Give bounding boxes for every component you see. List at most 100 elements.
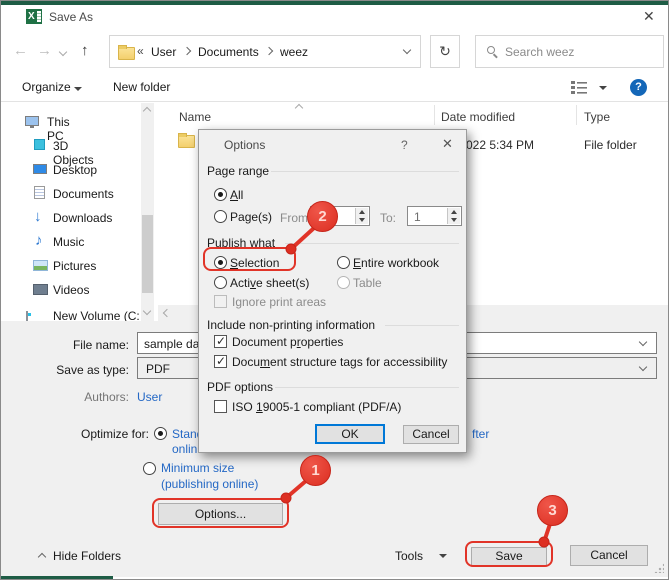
dialog-ok-button[interactable]: OK xyxy=(315,424,385,444)
column-header-date-modified[interactable]: Date modified xyxy=(441,110,515,124)
spinner-down-icon[interactable] xyxy=(356,216,368,224)
help-icon[interactable]: ? xyxy=(630,79,647,96)
active-sheets-radio[interactable] xyxy=(214,276,227,289)
pdf-options-heading: PDF options xyxy=(207,380,274,394)
breadcrumb-item-weez[interactable]: weez xyxy=(280,45,308,59)
sidebar-item-label: Videos xyxy=(53,283,90,297)
optimize-minimum-label-line2: (publishing online) xyxy=(161,477,259,491)
column-divider[interactable] xyxy=(576,105,577,125)
ok-label: OK xyxy=(341,427,359,441)
breadcrumb-item-documents[interactable]: Documents xyxy=(198,45,259,59)
forward-icon[interactable]: → xyxy=(37,42,52,59)
organize-button[interactable]: Organize xyxy=(22,80,71,94)
view-dropdown-icon[interactable] xyxy=(599,86,607,90)
callout-step-1: 1 xyxy=(300,455,331,486)
spinner-up-icon[interactable] xyxy=(448,208,460,216)
group-divider xyxy=(385,325,459,326)
folder-icon xyxy=(178,133,195,148)
page-range-pages-radio[interactable] xyxy=(214,210,227,223)
to-spinner[interactable]: 1 xyxy=(407,206,462,226)
search-input[interactable]: Search weez xyxy=(475,35,664,68)
sidebar-item-label: Downloads xyxy=(53,211,113,225)
taskbar-fragment xyxy=(1,576,113,579)
active-sheets-label: Active sheet(s) xyxy=(230,276,310,290)
sidebar-item-label: Desktop xyxy=(53,163,98,177)
up-icon[interactable]: ↑ xyxy=(81,42,89,59)
cancel-label: Cancel xyxy=(412,427,450,441)
entire-workbook-radio[interactable] xyxy=(337,256,350,269)
table-label: Table xyxy=(353,276,382,290)
hide-folders-label: Hide Folders xyxy=(53,549,122,563)
group-divider xyxy=(285,243,459,244)
iso-compliant-checkbox[interactable] xyxy=(214,400,227,413)
command-toolbar xyxy=(1,71,668,102)
sort-ascending-icon[interactable] xyxy=(294,103,304,113)
column-header-type[interactable]: Type xyxy=(584,110,610,124)
scroll-down-icon[interactable] xyxy=(142,306,152,316)
breadcrumb-folder-icon xyxy=(118,45,135,60)
tools-button[interactable]: Tools xyxy=(395,549,423,563)
spinner-down-icon[interactable] xyxy=(448,216,460,224)
authors-label: Authors: xyxy=(84,390,129,404)
dialog-cancel-button[interactable]: Cancel xyxy=(403,425,459,444)
breadcrumb-separator-icon xyxy=(264,46,274,56)
document-structure-label: Document structure tags for accessibilit… xyxy=(232,355,448,369)
window-close-icon[interactable]: ✕ xyxy=(643,8,655,25)
column-divider[interactable] xyxy=(434,105,435,125)
authors-value[interactable]: User xyxy=(137,390,162,404)
callout-step-2: 2 xyxy=(307,201,338,232)
page-range-heading: Page range xyxy=(207,164,270,178)
page-range-all-radio[interactable] xyxy=(214,188,227,201)
videos-icon xyxy=(33,284,48,295)
entire-workbook-label: Entire workbook xyxy=(353,256,440,270)
file-name-dropdown-icon[interactable] xyxy=(638,337,648,347)
document-properties-checkbox[interactable] xyxy=(214,334,227,348)
refresh-icon: ↻ xyxy=(439,43,451,59)
address-bar[interactable]: « User Documents weez xyxy=(109,35,421,68)
group-divider xyxy=(275,387,459,388)
window-title: Save As xyxy=(49,10,94,24)
organize-dropdown-icon xyxy=(74,87,82,91)
view-details-icon[interactable] xyxy=(571,81,588,94)
ignore-print-areas-checkbox xyxy=(214,295,227,308)
breadcrumb-item-user[interactable]: User xyxy=(151,45,176,59)
address-dropdown-chevron-icon[interactable] xyxy=(402,45,412,55)
optimize-standard-radio[interactable] xyxy=(154,427,167,440)
desktop-icon xyxy=(33,164,47,174)
optimize-minimum-label: Minimum size xyxy=(161,461,235,475)
cube-icon xyxy=(34,139,45,150)
hide-folders-button[interactable]: Hide Folders xyxy=(53,549,121,563)
file-name-label: File name: xyxy=(72,338,129,352)
organize-label: Organize xyxy=(22,80,71,94)
back-icon[interactable]: ← xyxy=(13,42,28,59)
spinner-up-icon[interactable] xyxy=(356,208,368,216)
save-as-type-value: PDF xyxy=(146,362,170,376)
dialog-title: Options xyxy=(224,138,266,152)
file-type: File folder xyxy=(584,138,637,152)
scrollbar-thumb[interactable] xyxy=(142,215,153,293)
dialog-help-icon[interactable]: ? xyxy=(401,138,408,152)
cancel-button[interactable]: Cancel xyxy=(570,545,648,566)
selection-highlight-box xyxy=(203,247,296,271)
scroll-left-icon[interactable] xyxy=(162,308,172,318)
save-as-type-dropdown-icon[interactable] xyxy=(638,362,648,372)
music-icon: ♪ xyxy=(35,232,43,249)
new-folder-button[interactable]: New folder xyxy=(113,80,170,94)
scroll-up-icon[interactable] xyxy=(142,106,152,116)
optimize-for-label: Optimize for: xyxy=(80,427,149,441)
to-label: To: xyxy=(380,211,397,225)
recent-locations-chevron-icon[interactable] xyxy=(58,47,68,57)
page-range-all-label: All xyxy=(230,188,244,202)
column-header-name[interactable]: Name xyxy=(179,110,211,124)
open-file-after-label-fragment: fter xyxy=(472,427,490,441)
to-spinner-value: 1 xyxy=(414,210,421,224)
document-structure-checkbox[interactable] xyxy=(214,354,227,368)
dialog-close-icon[interactable]: ✕ xyxy=(442,136,453,152)
computer-icon xyxy=(25,116,39,128)
sidebar-item-label: Pictures xyxy=(53,259,97,273)
refresh-button[interactable]: ↻ xyxy=(430,35,460,68)
sidebar-item-label: Music xyxy=(53,235,85,249)
save-as-window: X Save As ✕ ← → ↑ « User Documents weez … xyxy=(0,0,669,580)
optimize-minimum-radio[interactable] xyxy=(143,462,156,475)
sidebar-scrollbar[interactable] xyxy=(141,103,154,321)
